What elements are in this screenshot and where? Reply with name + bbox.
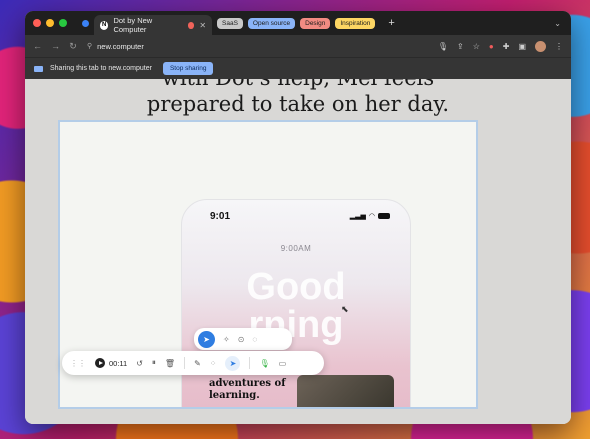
tab-sharing-bar: Sharing this tab to new.computer Stop sh… [25, 57, 571, 79]
url-field[interactable]: ⚲ new.computer [87, 42, 428, 51]
recording-indicator-icon [187, 21, 195, 29]
maximize-window-button[interactable] [59, 19, 67, 27]
wifi-icon: ◠ [368, 213, 375, 220]
phone-status-icons: ▂▃▅ ◠ [350, 212, 390, 220]
forward-arrow-icon[interactable]: → [51, 41, 60, 51]
drag-handle-icon[interactable]: ⋮⋮ [70, 359, 86, 368]
new-tab-button[interactable]: + [388, 17, 394, 29]
extensions-puzzle-icon[interactable]: ✚ [503, 42, 510, 51]
toolbar-divider [184, 357, 186, 369]
microphone-icon[interactable]: 🎙︎ [438, 42, 448, 51]
close-tab-icon[interactable]: ✕ [199, 21, 206, 30]
highlight-pointer-icon[interactable]: ✧ [223, 335, 230, 344]
greeting-line1: Good [246, 266, 346, 308]
recording-toolbar: ⋮⋮ 00:11 ↺ ⏸ 🗑︎ ✎ ⁘ ➤ 🎙︎ ▭ [62, 351, 324, 375]
site-info-icon[interactable]: ⚲ [87, 42, 92, 50]
restart-icon[interactable]: ↺ [136, 359, 143, 368]
reload-icon[interactable]: ↻ [69, 41, 77, 52]
tab-group-design[interactable]: Design [300, 17, 331, 29]
toolbar-divider [249, 357, 251, 369]
side-panel-icon[interactable]: ▣ [518, 42, 526, 51]
headline: prepared to take on her day. [146, 92, 450, 116]
stop-sharing-button[interactable]: Stop sharing [162, 62, 214, 75]
pointer-tool-popup: ➤ ✧ ⊙ ◌ [194, 328, 292, 350]
mouse-pointer-icon: ⬉ [341, 304, 349, 314]
pointer-select-icon[interactable]: ➤ [198, 330, 215, 348]
grid-dots-icon[interactable]: ⁘ [210, 359, 217, 368]
battery-icon [378, 213, 390, 219]
tab-strip: N Dot by New Computer ✕ SaaS Open source… [25, 11, 571, 35]
address-bar-row: ← → ↻ ⚲ new.computer 🎙︎ ⇪ ☆ ● ✚ ▣ ⋮ [25, 35, 571, 57]
sharing-message: Sharing this tab to new.computer [50, 65, 152, 72]
phone-mockup: 9:01 ▂▃▅ ◠ 9:00AM Good rning and welcome… [181, 199, 411, 407]
photo-card [297, 375, 394, 407]
phone-status-time: 9:01 [210, 211, 231, 222]
camera-toggle-icon[interactable]: ▭ [279, 359, 287, 368]
screen-share-icon [34, 65, 43, 72]
url-text: new.computer [97, 41, 144, 51]
tab-group-saas[interactable]: SaaS [217, 17, 243, 29]
record-control-button[interactable] [95, 358, 105, 368]
tab-active[interactable]: N Dot by New Computer ✕ [94, 15, 212, 35]
tab-search-chevron-icon[interactable]: ⌄ [554, 19, 561, 28]
minimize-window-button[interactable] [46, 19, 54, 27]
signal-icon: ▂▃▅ [349, 213, 366, 220]
pause-icon[interactable]: ⏸ [152, 358, 156, 368]
microphone-toggle-icon[interactable]: 🎙︎ [259, 359, 269, 368]
phone-clock: 9:00AM [280, 244, 312, 253]
pinned-tab[interactable] [82, 19, 89, 27]
recording-timer: 00:11 [109, 358, 128, 368]
share-icon[interactable]: ⇪ [457, 42, 464, 51]
profile-avatar[interactable] [535, 40, 546, 52]
close-window-button[interactable] [33, 19, 41, 27]
cursor-tool-icon[interactable]: ➤ [225, 355, 241, 371]
tab-group-inspiration[interactable]: Inspiration [335, 17, 376, 29]
browser-window: N Dot by New Computer ✕ SaaS Open source… [25, 11, 571, 424]
bookmark-star-icon[interactable]: ☆ [473, 42, 480, 51]
tab-title: Dot by New Computer [113, 16, 153, 34]
hidden-pointer-icon[interactable]: ◌ [252, 335, 257, 344]
menu-kebab-icon[interactable]: ⋮ [555, 42, 563, 51]
tab-favicon-icon: N [100, 20, 109, 30]
spotlight-pointer-icon[interactable]: ⊙ [238, 335, 245, 344]
extension-red-icon[interactable]: ● [489, 42, 494, 51]
tab-group-open-source[interactable]: Open source [247, 17, 296, 29]
toolbar-icons: 🎙︎ ⇪ ☆ ● ✚ ▣ ⋮ [438, 40, 563, 52]
headline-partial: with Dot’s help, Mel feels [25, 79, 571, 89]
back-arrow-icon[interactable]: ← [33, 41, 42, 51]
draw-pen-icon[interactable]: ✎ [194, 359, 201, 368]
delete-icon[interactable]: 🗑︎ [165, 359, 175, 368]
